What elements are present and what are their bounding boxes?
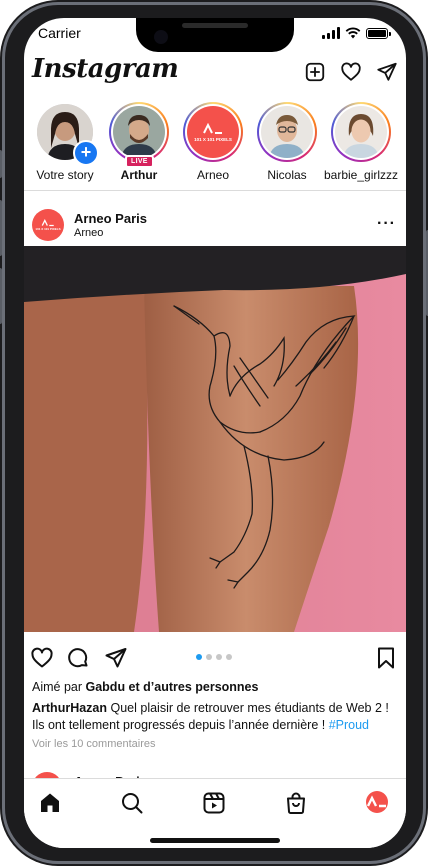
- arneo-logo-icon: [41, 219, 54, 227]
- home-tab[interactable]: [38, 791, 62, 815]
- story-ring: [109, 102, 169, 162]
- live-badge: LIVE: [125, 155, 154, 168]
- instagram-logo: Instagram: [32, 54, 179, 84]
- phone-screen: Carrier Instagram + Votre story LIVE Art…: [24, 18, 406, 848]
- view-comments-link[interactable]: Voir les 10 commentaires: [32, 738, 156, 750]
- stories-tray: + Votre story LIVE Arthur 101 X 101 PIXE…: [24, 102, 406, 192]
- story-label: Arthur: [120, 168, 158, 182]
- notch: [136, 18, 294, 52]
- bookmark-icon[interactable]: [374, 646, 398, 670]
- heart-icon[interactable]: [340, 61, 362, 83]
- post-location[interactable]: Arneo: [74, 227, 103, 239]
- story-nicolas[interactable]: Nicolas: [254, 102, 320, 192]
- add-story-icon[interactable]: +: [73, 140, 99, 166]
- story-votre-story[interactable]: + Votre story: [32, 102, 99, 192]
- carousel-dot: [196, 654, 202, 660]
- likes-prefix: Aimé par: [32, 680, 86, 694]
- post-actions: [24, 644, 406, 674]
- battery-icon: [366, 28, 391, 39]
- direct-message-icon[interactable]: [376, 61, 398, 83]
- likes-names[interactable]: Gabdu et d’autres personnes: [86, 680, 259, 694]
- volume-up-button: [0, 200, 2, 256]
- story-barbie-girlzzz[interactable]: barbie_girlzzz: [324, 102, 398, 192]
- caption-hashtag[interactable]: #Proud: [329, 718, 369, 732]
- reels-tab[interactable]: [202, 791, 226, 815]
- avatar: 101 X 101 PIXELS: [187, 106, 239, 158]
- avatar: [113, 106, 165, 158]
- new-post-icon[interactable]: [304, 61, 326, 83]
- home-indicator[interactable]: [150, 838, 280, 843]
- avatar: [261, 106, 313, 158]
- like-heart-icon[interactable]: [30, 646, 54, 670]
- more-options-icon[interactable]: ···: [377, 216, 396, 232]
- app-header: Instagram: [24, 54, 406, 94]
- wifi-icon: [345, 27, 361, 39]
- post-caption: ArthurHazan Quel plaisir de retrouver me…: [32, 700, 400, 734]
- story-label: Nicolas: [267, 168, 307, 182]
- avatar-text: 101 X 101 PIXELS: [194, 136, 232, 142]
- story-ring: [257, 102, 317, 162]
- status-icons: [322, 27, 391, 39]
- story-ring: [331, 102, 391, 162]
- carousel-dot: [226, 654, 232, 660]
- story-arneo[interactable]: 101 X 101 PIXELS Arneo: [180, 102, 246, 192]
- mute-switch: [0, 150, 2, 178]
- bottom-tab-bar: [24, 778, 406, 848]
- carousel-indicator: [196, 654, 232, 660]
- search-icon: [122, 793, 143, 814]
- post-header: 101 X 101 PIXELS Arneo Paris Arneo ···: [24, 201, 406, 249]
- avatar-text: 101 X 101 PIXELS: [35, 227, 61, 231]
- signal-icon: [322, 27, 340, 39]
- story-label: Arneo: [196, 168, 230, 182]
- home-icon: [41, 793, 59, 812]
- profile-tab[interactable]: [366, 791, 390, 815]
- search-tab[interactable]: [120, 791, 144, 815]
- caption-username[interactable]: ArthurHazan: [32, 701, 107, 715]
- header-actions: [304, 61, 398, 83]
- story-label: Votre story: [36, 168, 94, 182]
- carousel-dot: [206, 654, 212, 660]
- post-image[interactable]: [24, 246, 406, 632]
- story-arthur[interactable]: LIVE Arthur: [106, 102, 172, 192]
- story-ring: 101 X 101 PIXELS: [183, 102, 243, 162]
- front-camera: [154, 30, 168, 44]
- profile-avatar: [366, 791, 388, 813]
- avatar: [335, 106, 387, 158]
- carrier-label: Carrier: [38, 25, 81, 41]
- phone-frame: Carrier Instagram + Votre story LIVE Art…: [0, 0, 428, 866]
- stories-divider: [24, 190, 406, 191]
- reels-icon: [203, 792, 225, 814]
- shop-tab[interactable]: [284, 791, 308, 815]
- likes-summary[interactable]: Aimé par Gabdu et d’autres personnes: [32, 680, 258, 694]
- carousel-dot: [216, 654, 222, 660]
- comment-icon[interactable]: [66, 646, 90, 670]
- shop-icon: [287, 792, 305, 814]
- arneo-logo-icon: [203, 122, 222, 134]
- post-avatar[interactable]: 101 X 101 PIXELS: [32, 209, 64, 241]
- arneo-logo-icon: [366, 795, 386, 808]
- share-icon[interactable]: [104, 646, 128, 670]
- post-username[interactable]: Arneo Paris: [74, 211, 147, 226]
- volume-down-button: [0, 268, 2, 324]
- speaker-grille: [182, 23, 248, 28]
- story-label: barbie_girlzzz: [323, 168, 399, 182]
